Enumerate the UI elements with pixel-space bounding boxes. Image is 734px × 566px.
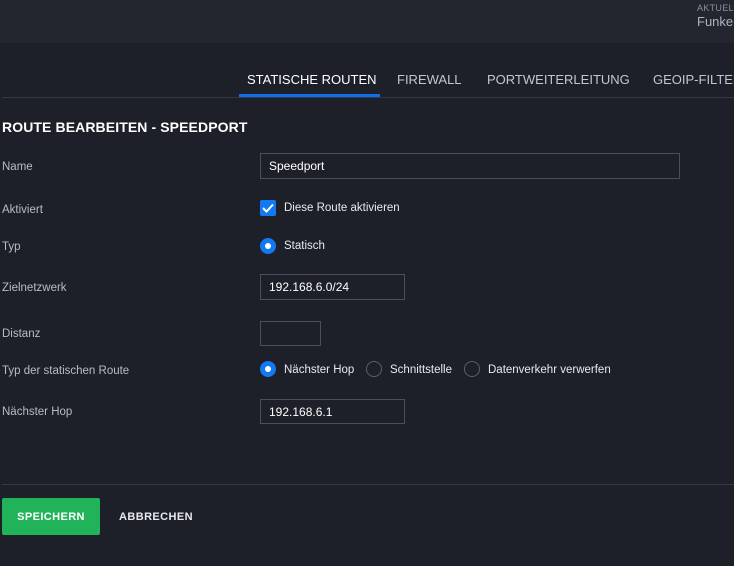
page-title: ROUTE BEARBEITEN - SPEEDPORT (2, 119, 248, 135)
route-type-next-hop-label: Nächster Hop (284, 364, 355, 376)
name-label: Name (2, 161, 33, 173)
distance-label: Distanz (2, 328, 41, 340)
name-input[interactable] (260, 153, 680, 179)
type-static-radio[interactable] (260, 238, 276, 254)
distance-input[interactable] (260, 321, 321, 346)
checkmark-icon (262, 203, 274, 213)
type-static-label: Statisch (284, 240, 325, 252)
route-type-interface-radio[interactable] (366, 361, 382, 377)
route-type-interface-label: Schnittstelle (390, 364, 453, 376)
activate-route-checkbox[interactable] (260, 200, 276, 216)
cancel-button[interactable]: ABBRECHEN (108, 498, 204, 535)
header-funke-text: Funke (697, 14, 734, 29)
route-type-drop-traffic-label: Datenverkehr verwerfen (488, 364, 611, 376)
tab-geoip-filter[interactable]: GEOIP-FILTER (653, 72, 734, 87)
static-route-type-label: Typ der statischen Route (2, 365, 130, 377)
route-type-next-hop-radio[interactable] (260, 361, 276, 377)
header-aktuel-text: AKTUEL (697, 3, 734, 13)
activate-route-label: Diese Route aktivieren (284, 202, 400, 214)
target-network-input[interactable] (260, 274, 405, 300)
actions-divider (2, 484, 734, 485)
save-button[interactable]: SPEICHERN (2, 498, 100, 535)
next-hop-label: Nächster Hop (2, 406, 73, 418)
tabs-divider (2, 97, 734, 98)
tab-bar: STATISCHE ROUTEN FIREWALL PORTWEITERLEIT… (0, 60, 734, 98)
activated-label: Aktiviert (2, 204, 43, 216)
tab-firewall[interactable]: FIREWALL (397, 72, 462, 87)
top-bar: AKTUEL Funke (0, 0, 734, 43)
tab-statische-routen[interactable]: STATISCHE ROUTEN (247, 72, 377, 87)
next-hop-input[interactable] (260, 399, 405, 424)
tab-portweiterleitung[interactable]: PORTWEITERLEITUNG (487, 72, 630, 87)
target-network-label: Zielnetzwerk (2, 282, 67, 294)
route-type-drop-traffic-radio[interactable] (464, 361, 480, 377)
type-label: Typ (2, 241, 21, 253)
